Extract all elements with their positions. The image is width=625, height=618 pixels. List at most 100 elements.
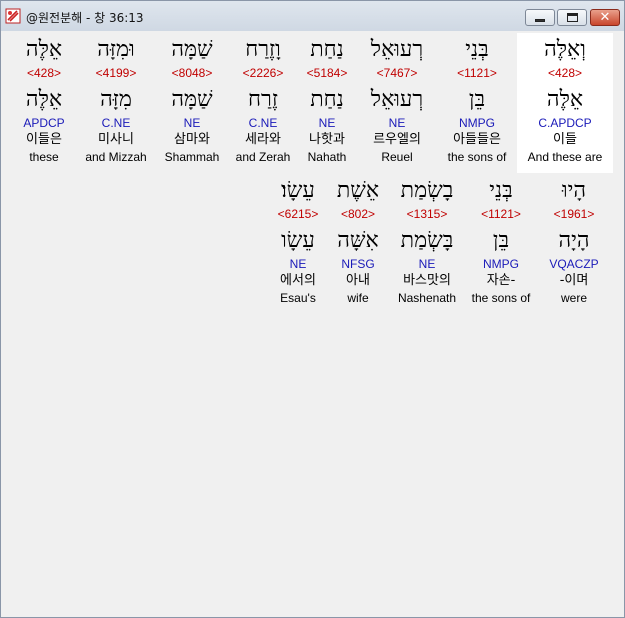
strong-number[interactable]: <7467> xyxy=(362,65,432,81)
english-gloss: Nashenath xyxy=(397,291,457,305)
word-column[interactable]: אֵשֶׁת <802> אִשָּׁה NFSG 아내 wife xyxy=(330,176,386,306)
english-gloss: Reuel xyxy=(381,150,413,164)
strong-number[interactable]: <802> xyxy=(330,206,386,222)
hebrew-lemma: שַׁמָּה xyxy=(171,87,213,112)
word-column[interactable]: וָזֶרַח <2226> זֶרַח C.NE 세라와 and Zerah xyxy=(232,35,294,165)
parsing-code: NMPG xyxy=(483,257,519,271)
strong-number[interactable]: <6215> xyxy=(270,206,326,222)
parsing-code: NE xyxy=(388,116,406,130)
english-gloss: And these are xyxy=(527,150,603,164)
korean-gloss: 미사니 xyxy=(98,132,134,147)
korean-gloss: 아들들은 xyxy=(453,132,501,147)
title-bar[interactable]: @원전분해 - 창 36:13 ✕ xyxy=(1,1,624,31)
parsing-code: NE xyxy=(418,257,436,271)
strong-number[interactable]: <8048> xyxy=(159,65,225,81)
korean-gloss: 이들은 xyxy=(26,132,62,147)
word-column[interactable]: עֵשָׂו׃ <6215> עֵשָׂו NE 에서의 Esau's xyxy=(270,176,326,306)
word-column[interactable]: וּמִזָּה <4199> מִזָּה C.NE 미사니 and Mizz… xyxy=(80,35,152,165)
korean-gloss: 르우엘의 xyxy=(373,132,421,147)
strong-number[interactable]: <1121> xyxy=(439,65,515,81)
hebrew-lemma: זֶרַח xyxy=(248,87,278,112)
hebrew-word: הָיוּ xyxy=(561,178,587,203)
korean-gloss: 이들 xyxy=(553,132,577,147)
strong-number[interactable]: <2226> xyxy=(232,65,294,81)
app-logo-icon xyxy=(5,8,21,24)
korean-gloss: 아내 xyxy=(346,273,370,288)
word-column[interactable]: אֵלֶּה <428> אֵלֶּה APDCP 이들은 these xyxy=(14,35,74,165)
hebrew-lemma: עֵשָׂו xyxy=(281,228,315,253)
hebrew-lemma: נַחַת xyxy=(310,87,344,112)
hebrew-lemma: אִשָּׁה xyxy=(337,228,379,253)
strong-number[interactable]: <5184> xyxy=(300,65,354,81)
parsing-code: C.NE xyxy=(101,116,131,130)
english-gloss: Esau's xyxy=(280,291,316,305)
hebrew-word: וָזֶרַח xyxy=(245,37,281,62)
hebrew-word: שַׁמָּה xyxy=(171,37,213,62)
hebrew-word: עֵשָׂו׃ xyxy=(281,178,315,203)
word-column[interactable]: בָשְׂמַת <1315> בָּשְׂמַת NE 바스맛의 Nashen… xyxy=(392,176,462,306)
hebrew-word: רְעוּאֵל xyxy=(370,37,424,62)
hebrew-word: אֵלֶּה xyxy=(25,37,63,62)
hebrew-word: בְּנֵי xyxy=(489,178,513,203)
strong-number[interactable]: <428> xyxy=(517,65,613,81)
english-gloss: Shammah xyxy=(164,150,220,164)
word-column[interactable]: בְּנֵי <1121> בֵּן NMPG 자손- the sons of xyxy=(466,176,536,306)
parsing-code: C.NE xyxy=(248,116,278,130)
hebrew-word: וְאֵלֶּה xyxy=(544,37,586,62)
english-gloss: and Zerah xyxy=(235,150,291,164)
english-gloss: were xyxy=(560,291,587,305)
parsing-code: VQACZP xyxy=(549,257,599,271)
korean-gloss: 삼마와 xyxy=(174,132,210,147)
window-title: @원전분해 - 창 36:13 xyxy=(26,11,144,25)
korean-gloss: -이며 xyxy=(559,273,589,288)
korean-gloss: 바스맛의 xyxy=(403,273,451,288)
word-column[interactable]: שַׁמָּה <8048> שַׁמָּה NE 삼마와 Shammah xyxy=(159,35,225,165)
hebrew-lemma: בֵּן xyxy=(468,87,486,112)
parsing-code: NE xyxy=(318,116,336,130)
word-column[interactable]: הָיוּ <1961> הָיָה VQACZP -이며 were xyxy=(539,176,609,306)
hebrew-lemma: רְעוּאֵל xyxy=(370,87,424,112)
strong-number[interactable]: <1961> xyxy=(539,206,609,222)
minimize-icon xyxy=(535,19,545,22)
hebrew-lemma: בֵּן xyxy=(492,228,510,253)
hebrew-lemma: בָּשְׂמַת xyxy=(400,228,454,253)
strong-number[interactable]: <1315> xyxy=(392,206,462,222)
parsing-code: NE xyxy=(183,116,201,130)
hebrew-lemma: אֵלֶּה xyxy=(546,87,584,112)
hebrew-lemma: מִזָּה xyxy=(100,87,132,112)
hebrew-word: נַחַת xyxy=(310,37,344,62)
parsing-code: APDCP xyxy=(23,116,65,130)
english-gloss: the sons of xyxy=(471,291,531,305)
hebrew-lemma: הָיָה xyxy=(558,228,590,253)
parsing-code: C.APDCP xyxy=(538,116,592,130)
strong-number[interactable]: <4199> xyxy=(80,65,152,81)
maximize-button[interactable] xyxy=(557,9,587,26)
hebrew-word: אֵשֶׁת xyxy=(336,178,380,203)
word-column[interactable]: רְעוּאֵל <7467> רְעוּאֵל NE 르우엘의 Reuel xyxy=(362,35,432,165)
english-gloss: Nahath xyxy=(307,150,347,164)
word-column[interactable]: בְּנֵי <1121> בֵּן NMPG 아들들은 the sons of xyxy=(439,35,515,165)
english-gloss: wife xyxy=(347,291,369,305)
english-gloss: the sons of xyxy=(447,150,507,164)
close-button[interactable]: ✕ xyxy=(590,9,620,26)
word-column[interactable]: וְאֵלֶּה <428> אֵלֶּה C.APDCP 이들 And the… xyxy=(517,35,613,165)
close-icon: ✕ xyxy=(599,10,611,25)
korean-gloss: 나핫과 xyxy=(309,132,345,147)
korean-gloss: 에서의 xyxy=(280,273,316,288)
parsing-code: NE xyxy=(289,257,307,271)
minimize-button[interactable] xyxy=(525,9,555,26)
maximize-icon xyxy=(567,13,578,22)
hebrew-word: וּמִזָּה xyxy=(97,37,135,62)
hebrew-word: בָשְׂמַת xyxy=(400,178,454,203)
parsing-code: NMPG xyxy=(459,116,495,130)
hebrew-lemma: אֵלֶּה xyxy=(25,87,63,112)
strong-number[interactable]: <428> xyxy=(14,65,74,81)
korean-gloss: 세라와 xyxy=(245,132,281,147)
word-column[interactable]: נַחַת <5184> נַחַת NE 나핫과 Nahath xyxy=(300,35,354,165)
parsing-code: NFSG xyxy=(341,257,375,271)
korean-gloss: 자손- xyxy=(486,273,516,288)
english-gloss: and Mizzah xyxy=(85,150,147,164)
strong-number[interactable]: <1121> xyxy=(466,206,536,222)
english-gloss: these xyxy=(29,150,59,164)
hebrew-word: בְּנֵי xyxy=(465,37,489,62)
